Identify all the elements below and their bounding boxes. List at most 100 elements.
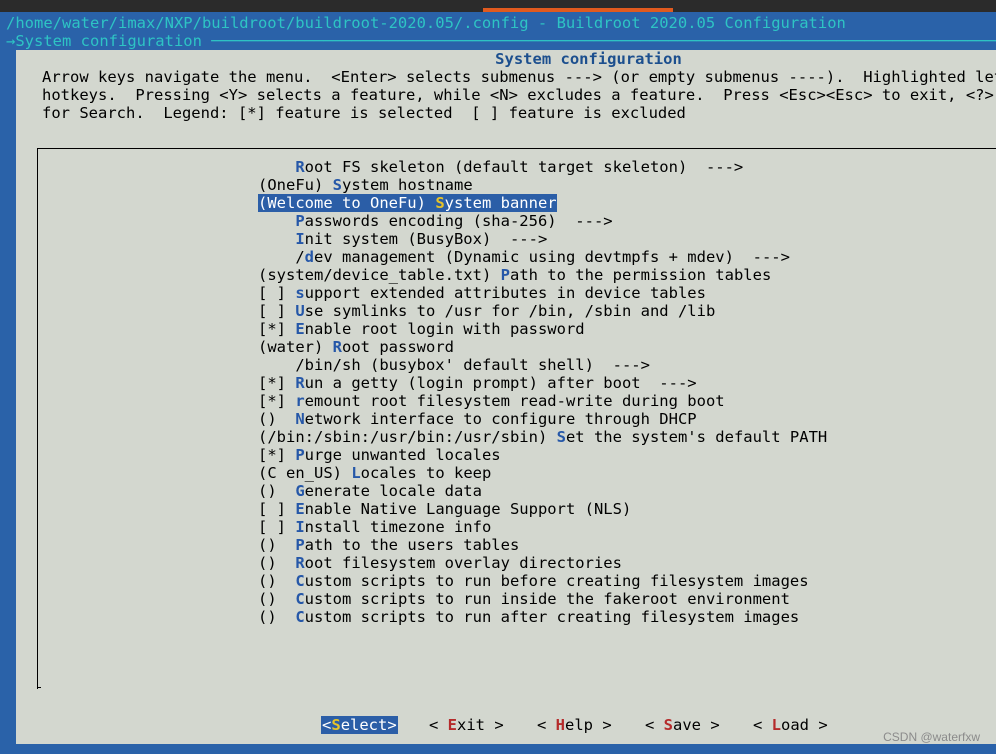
button-hotkey: S xyxy=(663,716,674,734)
menu-item[interactable]: Root FS skeleton (default target skeleto… xyxy=(258,158,743,176)
menu-item-prefix: (Welcome to OneFu) xyxy=(258,194,436,212)
help-text-line-2: hotkeys. Pressing <Y> selects a feature,… xyxy=(42,86,994,104)
menu-item-prefix: / xyxy=(258,248,305,266)
menu-item[interactable]: () Custom scripts to run after creating … xyxy=(258,608,799,626)
menu-item-hotkey: R xyxy=(295,158,305,176)
menu-item-prefix: [ ] xyxy=(258,518,296,536)
menu-item-label: ath to the permission tables xyxy=(509,266,772,284)
button-bracket-open: < xyxy=(753,716,772,734)
menu-item-label: ustom scripts to run inside the fakeroot… xyxy=(304,590,790,608)
active-tab-indicator xyxy=(483,8,673,12)
menu-item-hotkey: P xyxy=(295,536,305,554)
menu-item-label: emount root filesystem read-write during… xyxy=(304,392,725,410)
button-label: ave xyxy=(673,716,702,734)
menu-item-hotkey: d xyxy=(304,248,315,266)
menu-item-label: oot filesystem overlay directories xyxy=(304,554,622,572)
menuconfig-dialog: System configuration Arrow keys navigate… xyxy=(16,50,996,744)
menu-item-label: ystem banner xyxy=(444,194,557,212)
button-label: elect xyxy=(340,716,388,734)
menu-item[interactable]: () Path to the users tables xyxy=(258,536,519,554)
menu-item[interactable]: /bin/sh (busybox' default shell) ---> xyxy=(258,356,650,374)
menu-item-hotkey: s xyxy=(295,284,305,302)
menu-item-prefix: () xyxy=(258,572,296,590)
menu-item-hotkey: R xyxy=(295,374,305,392)
menu-item-prefix: (/bin:/sbin:/usr/bin:/usr/sbin) xyxy=(258,428,557,446)
menu-item[interactable]: (/bin:/sbin:/usr/bin:/usr/sbin) Set the … xyxy=(258,428,827,446)
menu-item-hotkey: P xyxy=(295,446,305,464)
menu-item-prefix: () xyxy=(258,482,296,500)
menu-item-prefix: (C en_US) xyxy=(258,464,352,482)
menu-item[interactable]: () Root filesystem overlay directories xyxy=(258,554,622,572)
menu-item-hotkey: P xyxy=(500,266,510,284)
menu-item[interactable]: () Generate locale data xyxy=(258,482,482,500)
button-bracket-open: < xyxy=(322,716,332,734)
menu-item-hotkey: P xyxy=(295,212,305,230)
menu-item-prefix: () xyxy=(258,608,296,626)
menu-item[interactable]: () Custom scripts to run inside the fake… xyxy=(258,590,790,608)
menu-item-prefix: [*] xyxy=(258,392,296,410)
menu-item[interactable]: Passwords encoding (sha-256) ---> xyxy=(258,212,613,230)
menu-item-label: un a getty (login prompt) after boot ---… xyxy=(304,374,697,392)
menu-item[interactable]: (C en_US) Locales to keep xyxy=(258,464,491,482)
menu-item-prefix: (water) xyxy=(258,338,333,356)
menu-item[interactable]: [*] Purge unwanted locales xyxy=(258,446,501,464)
button-bracket-close: > xyxy=(593,716,612,734)
menu-item[interactable]: Init system (BusyBox) ---> xyxy=(258,230,547,248)
menu-item-label: ev management (Dynamic using devtmpfs + … xyxy=(314,248,790,266)
menu-item[interactable]: (OneFu) System hostname xyxy=(258,176,473,194)
select-button[interactable]: <Select> xyxy=(321,716,398,734)
menu-item-hotkey: C xyxy=(295,590,305,608)
exit-button[interactable]: < Exit > xyxy=(429,716,504,734)
menu-item-hotkey: S xyxy=(332,176,342,194)
menu-item-hotkey: C xyxy=(295,572,305,590)
menu-item[interactable]: [ ] Install timezone info xyxy=(258,518,491,536)
watermark: CSDN @waterfxw xyxy=(883,730,980,744)
menu-item[interactable]: (Welcome to OneFu) System banner xyxy=(258,194,557,212)
menu-item-hotkey: R xyxy=(332,338,342,356)
menu-item-label: ystem hostname xyxy=(342,176,473,194)
menu-item[interactable]: [ ] Use symlinks to /usr for /bin, /sbin… xyxy=(258,302,715,320)
menu-item[interactable]: () Custom scripts to run before creating… xyxy=(258,572,809,590)
menu-item-label: ustom scripts to run after creating file… xyxy=(304,608,800,626)
menu-item-label: enerate locale data xyxy=(304,482,482,500)
menu-item-label: upport extended attributes in device tab… xyxy=(304,284,706,302)
menu-item[interactable]: (system/device_table.txt) Path to the pe… xyxy=(258,266,771,284)
save-button[interactable]: < Save > xyxy=(645,716,720,734)
menu-item-hotkey: E xyxy=(295,500,305,518)
button-label: elp xyxy=(565,716,594,734)
button-bracket-open: < xyxy=(645,716,664,734)
button-bracket-close: > xyxy=(387,716,397,734)
help-button[interactable]: < Help > xyxy=(537,716,612,734)
menu-item-label: nit system (BusyBox) ---> xyxy=(304,230,548,248)
menu-item-prefix: () xyxy=(258,554,296,572)
menu-item[interactable]: [*] Enable root login with password xyxy=(258,320,585,338)
menu-item-label: etwork interface to configure through DH… xyxy=(304,410,697,428)
menu-item[interactable]: (water) Root password xyxy=(258,338,454,356)
menu-breadcrumb: →System configuration ──────────────────… xyxy=(6,32,996,50)
menu-item-hotkey: I xyxy=(295,230,305,248)
menu-item-prefix: () xyxy=(258,410,296,428)
load-button[interactable]: < Load > xyxy=(753,716,828,734)
menu-item-label: nable root login with password xyxy=(304,320,585,338)
config-file-title: /home/water/imax/NXP/buildroot/buildroot… xyxy=(6,14,846,32)
menu-item[interactable]: [*] remount root filesystem read-write d… xyxy=(258,392,725,410)
menu-item-hotkey: L xyxy=(351,464,361,482)
menu-item-hotkey: R xyxy=(295,554,305,572)
menu-item[interactable]: [ ] Enable Native Language Support (NLS) xyxy=(258,500,631,518)
menu-item-prefix: [ ] xyxy=(258,500,296,518)
menu-item-label: asswords encoding (sha-256) ---> xyxy=(304,212,613,230)
menu-item-label: et the system's default PATH xyxy=(565,428,828,446)
menu-item[interactable]: [ ] support extended attributes in devic… xyxy=(258,284,706,302)
menu-item[interactable]: /dev management (Dynamic using devtmpfs … xyxy=(258,248,790,266)
dialog-title: System configuration xyxy=(495,50,682,68)
button-bracket-open: < xyxy=(429,716,448,734)
menu-item[interactable]: () Network interface to configure throug… xyxy=(258,410,697,428)
menu-item-label: urge unwanted locales xyxy=(304,446,501,464)
menu-item[interactable]: [*] Run a getty (login prompt) after boo… xyxy=(258,374,697,392)
button-bracket-close: > xyxy=(701,716,720,734)
help-text-line-3: for Search. Legend: [*] feature is selec… xyxy=(42,104,686,122)
help-text-line-1: Arrow keys navigate the menu. <Enter> se… xyxy=(42,68,996,86)
button-label: oad xyxy=(781,716,810,734)
menu-item-label: oot password xyxy=(342,338,454,356)
button-hotkey: S xyxy=(331,716,341,734)
